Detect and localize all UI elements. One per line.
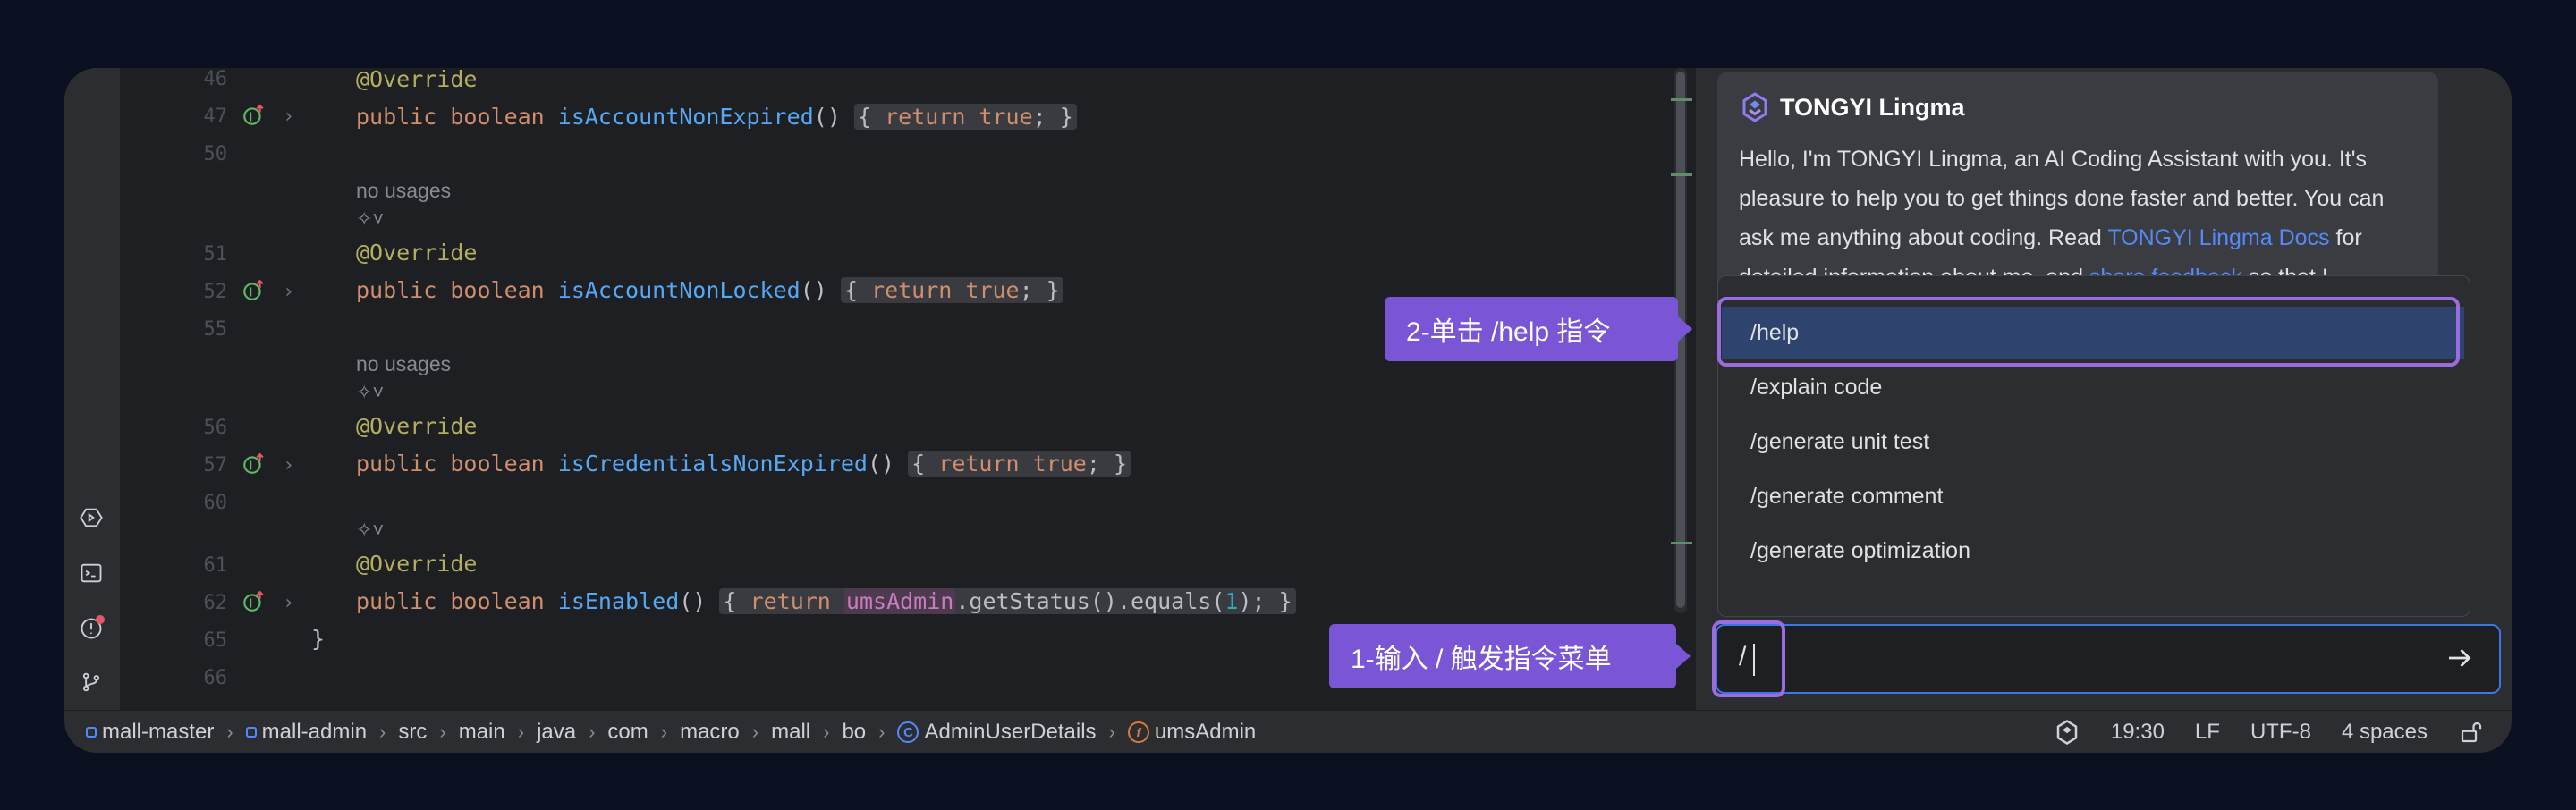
- code-line: public boolean isCredentialsNonExpired()…: [356, 449, 1131, 479]
- fold-chevron-icon[interactable]: ›: [283, 105, 294, 128]
- line-number: 52: [203, 281, 228, 303]
- breadcrumb-item[interactable]: C AdminUserDetails: [897, 720, 1097, 745]
- line-number: 65: [203, 629, 228, 652]
- breadcrumb-separator-icon: ›: [660, 721, 668, 743]
- breadcrumb: mall-master › mall-admin › src › main › …: [86, 711, 1256, 753]
- terminal-icon[interactable]: [78, 560, 105, 586]
- breadcrumb-separator-icon: ›: [1108, 721, 1115, 743]
- code-line: public boolean isAccountNonLocked() { re…: [356, 275, 1063, 306]
- breadcrumb-separator-icon: ›: [439, 721, 446, 743]
- line-number: 61: [203, 554, 228, 577]
- git-icon[interactable]: [78, 669, 105, 696]
- brand-header: TONGYI Lingma: [1739, 91, 1965, 123]
- unlock-icon[interactable]: [2458, 719, 2485, 746]
- notification-dot: [96, 615, 105, 624]
- annotation: @Override: [356, 551, 478, 577]
- command-generate-optimization[interactable]: /generate optimization: [1722, 525, 2464, 577]
- highlight-frame: [1712, 620, 1785, 697]
- code-editor[interactable]: 46 47 50 51 52 55 56 57 60 61 62 65 66 I…: [120, 68, 1750, 710]
- left-tool-rail: [64, 68, 120, 710]
- status-bar: mall-master › mall-admin › src › main › …: [64, 710, 2512, 753]
- line-number: 47: [203, 105, 228, 128]
- breadcrumb-item[interactable]: mall-master: [86, 720, 214, 745]
- chat-input[interactable]: /: [1716, 624, 2501, 694]
- module-icon: [245, 727, 257, 738]
- breadcrumb-separator-icon: ›: [517, 721, 525, 743]
- fold-chevron-icon[interactable]: ›: [283, 454, 294, 477]
- implements-icon[interactable]: I: [242, 452, 265, 476]
- command-explain-code[interactable]: /explain code: [1722, 361, 2464, 413]
- change-marker: [1671, 98, 1692, 101]
- annotation: @Override: [356, 240, 478, 266]
- send-arrow-icon[interactable]: [2444, 642, 2476, 674]
- implements-icon[interactable]: I: [242, 279, 265, 302]
- line-number: 46: [203, 68, 228, 90]
- class-icon: C: [897, 721, 919, 743]
- breadcrumb-item[interactable]: com: [607, 720, 648, 745]
- svg-text:I: I: [250, 598, 253, 612]
- breadcrumb-separator-icon: ›: [823, 721, 830, 743]
- breadcrumb-item[interactable]: src: [398, 720, 427, 745]
- svg-text:I: I: [250, 287, 253, 300]
- command-generate-unit-test[interactable]: /generate unit test: [1722, 416, 2464, 468]
- code-line: public boolean isEnabled() { return umsA…: [356, 586, 1296, 617]
- callout-step2: 2-单击 /help 指令: [1385, 297, 1692, 361]
- lingma-status-icon[interactable]: [2054, 719, 2080, 746]
- breadcrumb-item[interactable]: mall: [771, 720, 810, 745]
- services-icon[interactable]: [78, 504, 105, 531]
- module-icon: [86, 727, 97, 738]
- annotation: @Override: [356, 413, 478, 439]
- fold-chevron-icon[interactable]: ›: [283, 592, 294, 614]
- usage-hint[interactable]: no usages: [356, 179, 451, 203]
- breadcrumb-item[interactable]: java: [537, 720, 576, 745]
- lingma-inline-icon[interactable]: ✧˅: [356, 381, 384, 404]
- lingma-inline-icon[interactable]: ✧˅: [356, 519, 384, 542]
- breadcrumb-item[interactable]: f umsAdmin: [1127, 720, 1256, 745]
- field-icon: f: [1127, 721, 1149, 743]
- annotation: @Override: [356, 68, 478, 92]
- ide-window: 46 47 50 51 52 55 56 57 60 61 62 65 66 I…: [64, 68, 2512, 753]
- brand-name: TONGYI Lingma: [1780, 93, 1965, 121]
- lingma-inline-icon[interactable]: ✧˅: [356, 207, 384, 231]
- welcome-message: Hello, I'm TONGYI Lingma, an AI Coding A…: [1739, 139, 2419, 297]
- line-number: 66: [203, 667, 228, 689]
- docs-link[interactable]: TONGYI Lingma Docs: [2107, 225, 2329, 250]
- line-number: 51: [203, 243, 228, 266]
- highlight-frame: [1717, 297, 2460, 367]
- line-number: 56: [203, 417, 228, 439]
- breadcrumb-item[interactable]: mall-admin: [245, 720, 367, 745]
- change-marker: [1671, 173, 1692, 176]
- code-line: public boolean isAccountNonExpired() { r…: [356, 102, 1077, 132]
- usage-hint[interactable]: no usages: [356, 352, 451, 376]
- line-number: 62: [203, 592, 228, 614]
- fold-chevron-icon[interactable]: ›: [283, 281, 294, 303]
- callout-step1: 1-输入 / 触发指令菜单: [1329, 624, 1690, 688]
- file-encoding[interactable]: UTF-8: [2250, 720, 2311, 745]
- breadcrumb-item[interactable]: main: [459, 720, 505, 745]
- breadcrumb-separator-icon: ›: [878, 721, 886, 743]
- breadcrumb-separator-icon: ›: [379, 721, 386, 743]
- cursor-position[interactable]: 19:30: [2111, 720, 2165, 745]
- line-number: 60: [203, 492, 228, 514]
- indent-setting[interactable]: 4 spaces: [2342, 720, 2428, 745]
- command-generate-comment[interactable]: /generate comment: [1722, 470, 2464, 522]
- problems-icon[interactable]: [78, 615, 105, 642]
- line-separator[interactable]: LF: [2195, 720, 2220, 745]
- line-number: 57: [203, 454, 228, 477]
- svg-text:I: I: [250, 112, 253, 125]
- breadcrumb-separator-icon: ›: [589, 721, 596, 743]
- class-closing-brace: }: [311, 626, 326, 652]
- change-marker: [1671, 542, 1692, 544]
- lingma-logo-icon: [1742, 92, 1767, 122]
- line-number: 55: [203, 318, 228, 341]
- status-widgets: 19:30 LF UTF-8 4 spaces: [2054, 711, 2485, 753]
- breadcrumb-item[interactable]: bo: [842, 720, 866, 745]
- implements-icon[interactable]: I: [242, 104, 265, 127]
- svg-text:I: I: [250, 460, 253, 474]
- implements-icon[interactable]: I: [242, 590, 265, 613]
- breadcrumb-separator-icon: ›: [751, 721, 759, 743]
- line-number: 50: [203, 143, 228, 165]
- breadcrumb-separator-icon: ›: [226, 721, 233, 743]
- breadcrumb-item[interactable]: macro: [680, 720, 740, 745]
